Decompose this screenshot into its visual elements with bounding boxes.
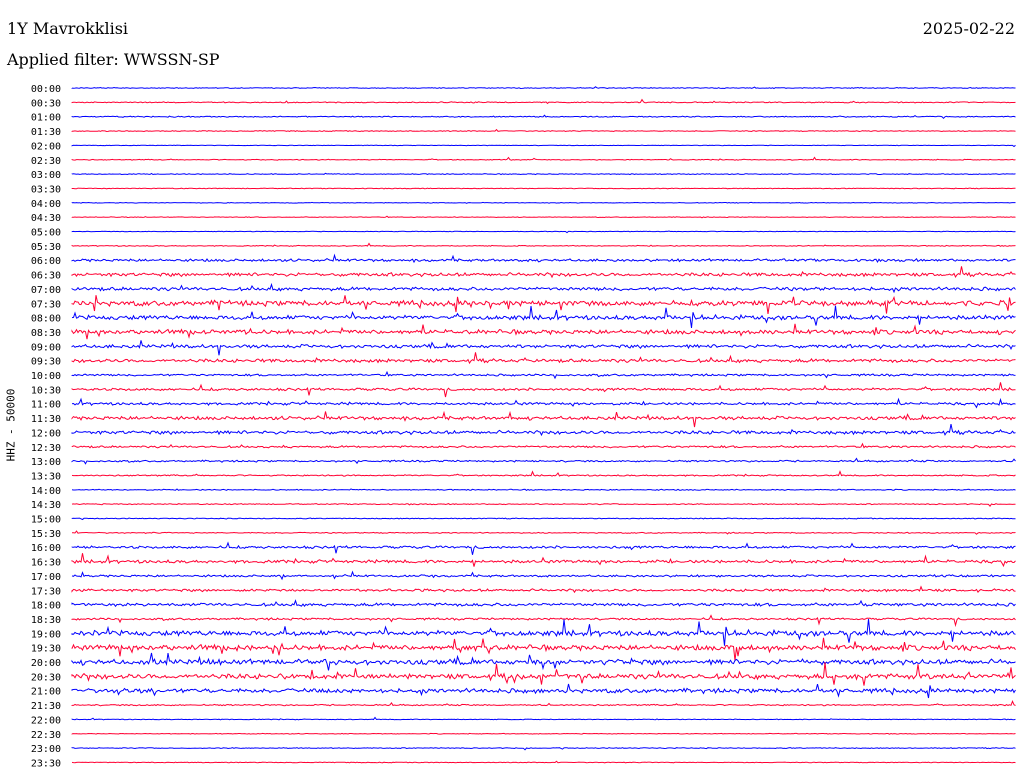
time-tick-label: 16:30 xyxy=(31,558,61,569)
trace-line xyxy=(71,215,1016,219)
trace-line xyxy=(71,128,1016,133)
trace-line xyxy=(71,397,1016,409)
trace-line xyxy=(71,488,1016,491)
time-tick-label: 14:30 xyxy=(31,500,61,511)
trace-line xyxy=(71,618,1016,646)
trace-line xyxy=(71,340,1016,356)
trace-line xyxy=(71,553,1016,568)
time-tick-label: 00:30 xyxy=(31,98,61,109)
trace-line xyxy=(71,503,1016,508)
time-tick-label: 16:00 xyxy=(31,543,61,554)
time-tick-label: 10:00 xyxy=(31,371,61,382)
trace-line xyxy=(71,187,1016,190)
time-tick-label: 15:30 xyxy=(31,529,61,540)
time-tick-label: 21:00 xyxy=(31,687,61,698)
trace-line xyxy=(71,230,1016,234)
time-tick-label: 21:30 xyxy=(31,701,61,712)
trace-line xyxy=(71,570,1016,581)
time-tick-label: 10:30 xyxy=(31,385,61,396)
trace-line xyxy=(71,652,1016,671)
time-tick-label: 13:30 xyxy=(31,471,61,482)
trace-line xyxy=(71,172,1016,176)
time-tick-label: 20:00 xyxy=(31,658,61,669)
trace-line xyxy=(71,98,1016,105)
time-tick-label: 22:00 xyxy=(31,715,61,726)
trace-line xyxy=(71,242,1016,247)
time-tick-label: 06:30 xyxy=(31,271,61,282)
trace-line xyxy=(71,424,1016,437)
trace-line xyxy=(71,747,1016,751)
trace-line xyxy=(71,382,1016,398)
time-tick-label: 00:00 xyxy=(31,84,61,95)
time-tick-label: 09:30 xyxy=(31,357,61,368)
time-tick-label: 17:30 xyxy=(31,586,61,597)
time-tick-label: 03:30 xyxy=(31,184,61,195)
time-tick-label: 18:30 xyxy=(31,615,61,626)
trace-line xyxy=(71,760,1016,764)
time-tick-label: 19:30 xyxy=(31,644,61,655)
time-tick-label: 02:00 xyxy=(31,141,61,152)
time-tick-label: 11:00 xyxy=(31,400,61,411)
trace-line xyxy=(71,517,1016,521)
time-tick-label: 19:00 xyxy=(31,629,61,640)
trace-line xyxy=(71,282,1016,294)
trace-line xyxy=(71,86,1016,90)
time-tick-label: 04:00 xyxy=(31,199,61,210)
time-tick-label: 23:30 xyxy=(31,758,61,769)
time-tick-label: 12:00 xyxy=(31,428,61,439)
trace-line xyxy=(71,323,1016,340)
time-tick-label: 04:30 xyxy=(31,213,61,224)
trace-line xyxy=(71,201,1016,204)
time-tick-label: 11:30 xyxy=(31,414,61,425)
trace-line xyxy=(71,410,1016,428)
time-tick-label: 15:00 xyxy=(31,515,61,526)
time-tick-label: 01:00 xyxy=(31,113,61,124)
time-tick-label: 06:00 xyxy=(31,256,61,267)
trace-line xyxy=(71,114,1016,120)
trace-line xyxy=(71,699,1016,707)
time-tick-label: 18:00 xyxy=(31,601,61,612)
trace-line xyxy=(71,530,1016,535)
trace-line xyxy=(71,457,1016,465)
trace-line xyxy=(71,156,1016,161)
trace-line xyxy=(71,266,1016,279)
trace-line xyxy=(71,305,1016,328)
time-tick-label: 17:00 xyxy=(31,572,61,583)
trace-line xyxy=(71,352,1016,365)
trace-line xyxy=(71,585,1016,594)
trace-line xyxy=(71,541,1016,555)
time-tick-label: 05:30 xyxy=(31,242,61,253)
trace-line xyxy=(71,470,1016,477)
trace-line xyxy=(71,144,1016,148)
trace-line xyxy=(71,253,1016,264)
time-tick-label: 01:30 xyxy=(31,127,61,138)
time-tick-label: 03:00 xyxy=(31,170,61,181)
time-tick-label: 20:30 xyxy=(31,672,61,683)
time-tick-label: 08:00 xyxy=(31,314,61,325)
trace-line xyxy=(71,599,1016,608)
trace-line xyxy=(71,295,1016,314)
time-tick-label: 13:00 xyxy=(31,457,61,468)
time-tick-label: 07:00 xyxy=(31,285,61,296)
time-tick-label: 02:30 xyxy=(31,156,61,167)
trace-line xyxy=(71,370,1016,380)
time-tick-label: 12:30 xyxy=(31,443,61,454)
trace-line xyxy=(71,683,1016,699)
time-tick-label: 08:30 xyxy=(31,328,61,339)
time-tick-label: 07:30 xyxy=(31,299,61,310)
helicorder-plot: 00:00 00:30 01:00 01:30 02:00 02:30 03:00 03:30… xyxy=(31,84,1016,769)
trace-line xyxy=(71,732,1016,735)
time-tick-label: 05:00 xyxy=(31,228,61,239)
trace-line xyxy=(71,637,1016,661)
time-tick-label: 14:00 xyxy=(31,486,61,497)
time-tick-label: 22:30 xyxy=(31,730,61,741)
time-tick-label: 09:00 xyxy=(31,342,61,353)
trace-line xyxy=(71,614,1016,628)
trace-line xyxy=(71,442,1016,449)
time-tick-label: 23:00 xyxy=(31,744,61,755)
trace-line xyxy=(71,716,1016,721)
